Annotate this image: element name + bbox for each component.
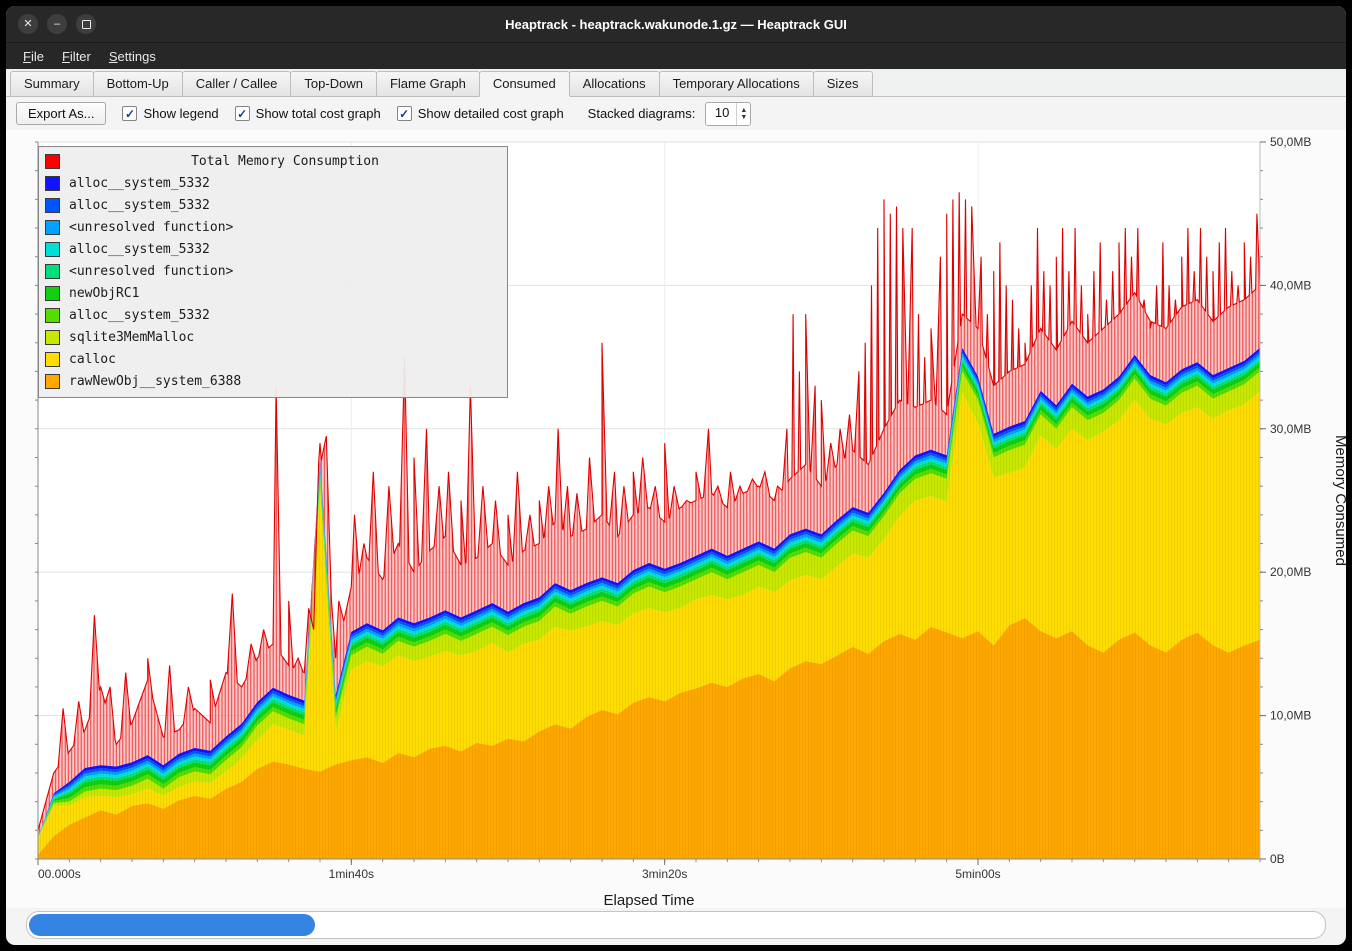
checkbox-icon: ✓ <box>397 106 412 121</box>
titlebar: ✕ – Heaptrack - heaptrack.wakunode.1.gz … <box>6 6 1346 42</box>
y-tick-label: 50,0MB <box>1270 135 1311 149</box>
tab-bottom-up[interactable]: Bottom-Up <box>93 71 183 97</box>
checkbox-group: ✓ Show legend ✓ Show total cost graph ✓ Show … <box>122 106 563 121</box>
legend-item-rawnewobj-system-6388: rawNewObj__system_6388 <box>45 370 501 392</box>
legend-title-row: Total Memory Consumption <box>45 150 501 172</box>
x-tick-label: 1min40s <box>329 867 374 881</box>
x-axis-title: Elapsed Time <box>604 892 695 908</box>
window-controls: ✕ – <box>18 14 96 34</box>
menu-filter[interactable]: Filter <box>53 46 100 67</box>
maximize-button[interactable] <box>76 14 96 34</box>
legend-label: newObjRC1 <box>69 286 139 301</box>
legend-item-sqlite3memmalloc: sqlite3MemMalloc <box>45 326 501 348</box>
chart-area: Total Memory Consumption alloc__system_53… <box>6 130 1346 908</box>
close-icon: ✕ <box>23 19 32 30</box>
x-tick-label: 00.000s <box>38 867 81 881</box>
y-tick-label: 10,0MB <box>1270 709 1311 723</box>
maximize-icon <box>82 20 91 29</box>
range-slider-handle[interactable] <box>29 914 315 936</box>
spin-down-icon[interactable]: ▼ <box>740 114 747 121</box>
tab-sizes[interactable]: Sizes <box>813 71 873 97</box>
minimize-button[interactable]: – <box>47 14 67 34</box>
stacked-diagrams-label: Stacked diagrams: <box>588 106 696 121</box>
menubar: FileFilterSettings <box>6 42 1346 69</box>
checkbox-label: Show total cost graph <box>256 106 381 121</box>
checkbox-label: Show legend <box>143 106 218 121</box>
tab-temporary-allocations[interactable]: Temporary Allocations <box>659 71 814 97</box>
x-tick-label: 5min00s <box>955 867 1000 881</box>
legend-swatch <box>45 220 60 235</box>
x-tick-label: 3min20s <box>642 867 687 881</box>
legend-item-alloc-system-5332: alloc__system_5332 <box>45 304 501 326</box>
legend-label: alloc__system_5332 <box>69 308 210 323</box>
y-tick-label: 40,0MB <box>1270 278 1311 292</box>
legend-swatch <box>45 330 60 345</box>
legend-label: sqlite3MemMalloc <box>69 330 194 345</box>
checkbox-icon: ✓ <box>235 106 250 121</box>
y-tick-label: 20,0MB <box>1270 565 1311 579</box>
checkbox-icon: ✓ <box>122 106 137 121</box>
checkbox-show-total-cost-graph[interactable]: ✓ Show total cost graph <box>235 106 381 121</box>
chart-legend: Total Memory Consumption alloc__system_53… <box>38 146 508 398</box>
tab-caller-callee[interactable]: Caller / Callee <box>182 71 292 97</box>
tab-consumed[interactable]: Consumed <box>479 71 570 97</box>
legend-swatch <box>45 308 60 323</box>
window-title: Heaptrack - heaptrack.wakunode.1.gz — He… <box>6 17 1346 32</box>
legend-total-swatch <box>45 154 60 169</box>
menu-settings[interactable]: Settings <box>100 46 165 67</box>
stacked-diagrams-spinbox[interactable]: 10 ▲▼ <box>705 102 751 126</box>
export-as-button[interactable]: Export As... <box>16 102 106 125</box>
legend-swatch <box>45 176 60 191</box>
legend-label: alloc__system_5332 <box>69 176 210 191</box>
legend-swatch <box>45 264 60 279</box>
y-tick-label: 0B <box>1270 852 1285 866</box>
legend-label: alloc__system_5332 <box>69 198 210 213</box>
tab-flame-graph[interactable]: Flame Graph <box>376 71 480 97</box>
app-window: ✕ – Heaptrack - heaptrack.wakunode.1.gz … <box>6 6 1346 945</box>
y-tick-label: 30,0MB <box>1270 422 1311 436</box>
tab-bar: SummaryBottom-UpCaller / CalleeTop-DownF… <box>6 69 1346 97</box>
close-button[interactable]: ✕ <box>18 14 38 34</box>
tab-top-down[interactable]: Top-Down <box>290 71 377 97</box>
legend-label: rawNewObj__system_6388 <box>69 374 241 389</box>
legend-item-unresolved-function: <unresolved function> <box>45 260 501 282</box>
legend-swatch <box>45 198 60 213</box>
menu-file[interactable]: File <box>14 46 53 67</box>
spinner-buttons: ▲▼ <box>736 103 750 125</box>
legend-label: alloc__system_5332 <box>69 242 210 257</box>
stacked-diagrams-value: 10 <box>706 103 736 125</box>
legend-swatch <box>45 286 60 301</box>
legend-swatch <box>45 374 60 389</box>
legend-title: Total Memory Consumption <box>69 154 501 169</box>
legend-label: calloc <box>69 352 116 367</box>
legend-item-alloc-system-5332: alloc__system_5332 <box>45 238 501 260</box>
checkbox-label: Show detailed cost graph <box>418 106 564 121</box>
legend-item-calloc: calloc <box>45 348 501 370</box>
legend-swatch <box>45 242 60 257</box>
spin-up-icon[interactable]: ▲ <box>740 107 747 114</box>
legend-item-alloc-system-5332: alloc__system_5332 <box>45 194 501 216</box>
minimize-icon: – <box>54 19 60 30</box>
checkbox-show-legend[interactable]: ✓ Show legend <box>122 106 218 121</box>
y-axis-title: Memory Consumed <box>1332 435 1346 566</box>
legend-item-newobjrc1: newObjRC1 <box>45 282 501 304</box>
legend-swatch <box>45 352 60 367</box>
tab-summary[interactable]: Summary <box>10 71 94 97</box>
time-range-slider[interactable] <box>26 911 1326 939</box>
tab-allocations[interactable]: Allocations <box>569 71 660 97</box>
legend-label: <unresolved function> <box>69 264 233 279</box>
toolbar: Export As... ✓ Show legend ✓ Show total cos… <box>6 97 1346 130</box>
checkbox-show-detailed-cost-graph[interactable]: ✓ Show detailed cost graph <box>397 106 564 121</box>
legend-item-unresolved-function: <unresolved function> <box>45 216 501 238</box>
legend-label: <unresolved function> <box>69 220 233 235</box>
legend-item-alloc-system-5332: alloc__system_5332 <box>45 172 501 194</box>
